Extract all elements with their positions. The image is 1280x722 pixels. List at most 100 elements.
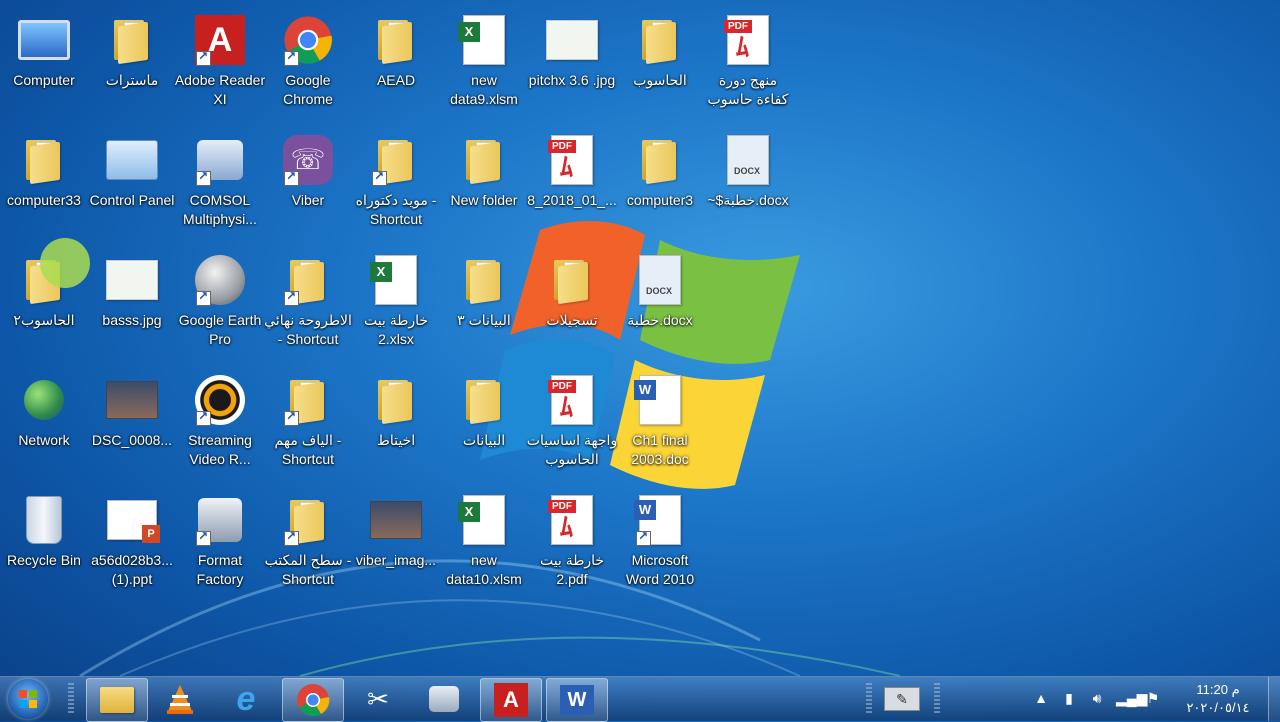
desktop-icon[interactable]: Xnew data9.xlsm [440,8,528,120]
desktop-icon[interactable]: viber_imag... [352,488,440,600]
desktop-icon[interactable]: COMSOL Multiphysi... [176,128,264,240]
show-desktop-button[interactable] [1268,677,1280,721]
clock[interactable]: 11:20 م ٢٠٢٠/٠٥/١٤ [1178,681,1258,717]
folder-shortcut-icon [282,494,334,546]
desktop-icon[interactable]: Google Chrome [264,8,352,120]
desktop-icon[interactable]: Control Panel [88,128,176,240]
desktop-icon-label: AEAD [376,72,416,88]
taskbar-file-explorer[interactable] [86,678,148,722]
word-file-icon: W [634,374,686,426]
desktop-icon-label: سطح المكتب - Shortcut [264,552,352,587]
taskbar-chrome[interactable] [282,678,344,722]
desktop-icon[interactable]: pitchx 3.6 .jpg [528,8,616,120]
desktop-icon-label: Streaming Video R... [188,432,252,467]
photo-file-icon [370,494,422,546]
comsol-icon [194,134,246,186]
desktop-icon[interactable]: New folder [440,128,528,240]
desktop-icon[interactable]: تسجيلات [528,248,616,360]
desktop-icon-label: Viber [291,192,325,208]
docx-file-icon: DOCX [722,134,774,186]
desktop-icon[interactable]: مويد دكتوراه - Shortcut [352,128,440,240]
desktop-icon-label: اخيتاط [376,432,416,448]
desktop-icon[interactable]: basss.jpg [88,248,176,360]
clock-date: ٢٠٢٠/٠٥/١٤ [1186,700,1250,715]
clock-time: 11:20 م [1196,682,1240,697]
desktop-icon[interactable]: Network [0,368,88,480]
taskbar-internet-explorer[interactable]: e [216,678,276,720]
desktop-icon-label: DSC_0008... [91,432,173,448]
desktop-icon-label: Adobe Reader XI [174,72,266,107]
desktop-icon-label: الحاسوب٢ [13,312,75,328]
folder-icon [458,254,510,306]
desktop-icon-label: البيانات ٣ [457,312,511,328]
desktop-icon[interactable]: X خارطة بيت 2.xlsx [352,248,440,360]
desktop-icon[interactable]: الاطروحة نهائي - Shortcut [264,248,352,360]
desktop-icon-label: تسجيلات [546,312,598,328]
desktop-icon[interactable]: ☏ Viber [264,128,352,240]
user-folder-icon [370,14,422,66]
folder-shortcut-icon [370,134,422,186]
taskbar-word[interactable]: W [546,678,608,722]
desktop-icon[interactable]: ماسترات [88,8,176,120]
toolbar-grip[interactable] [866,683,872,715]
desktop-icon[interactable]: Google Earth Pro [176,248,264,360]
desktop-icon[interactable]: Recycle Bin [0,488,88,600]
folder-shortcut-icon [282,374,334,426]
desktop-icon-label: Google Chrome [283,72,333,107]
desktop[interactable]: Computer ماسترات A Adobe Reader XI Google Ch… [0,0,1280,676]
desktop-icon[interactable]: الحاسوب [616,8,704,120]
show-hidden-icons-icon[interactable]: ▲ [1032,689,1050,707]
desktop-icon[interactable]: DSC_0008... [88,368,176,480]
desktop-icon[interactable]: سطح المكتب - Shortcut [264,488,352,600]
taskbar-pen-tool[interactable]: ✎ [880,678,924,720]
desktop-icon-label: 8_2018_01_... [527,192,617,208]
desktop-icon[interactable]: Xnew data10.xlsm [440,488,528,600]
folder-icon [546,254,598,306]
desktop-icon[interactable]: W Ch1 final 2003.doc [616,368,704,480]
desktop-icon[interactable]: computer33 [0,128,88,240]
viber-icon: ☏ [282,134,334,186]
desktop-icon[interactable]: Format Factory [176,488,264,600]
folder-icon [458,134,510,186]
toolbar-grip-2[interactable] [934,683,940,715]
desktop-icon[interactable]: AEAD [352,8,440,120]
power-icon[interactable]: ▮ [1060,689,1078,707]
desktop-icon[interactable]: PDF ﾑ 8_2018_01_... [527,128,617,240]
taskbar-snipping-tool[interactable]: ✂ [348,678,408,720]
desktop-icon-label: الحاسوب [633,72,687,88]
desktop-icon[interactable]: computer3 [616,128,704,240]
desktop-icon[interactable]: DOCX خطبة.docx [616,248,704,360]
desktop-icon[interactable]: PDF ﾑ منهج دورة كفاءة حاسوب [704,8,792,120]
desktop-icon[interactable]: PDFﾑ واجهة اساسيات الحاسوب وتط... [527,368,617,480]
desktop-icon-label: COMSOL Multiphysi... [183,192,257,227]
desktop-icon[interactable]: A Adobe Reader XI [174,8,266,120]
pdf-file-icon: PDF ﾑ [722,14,774,66]
control-panel-icon [106,134,158,186]
format-factory-icon [194,494,246,546]
desktop-icon[interactable]: W Microsoft Word 2010 [616,488,704,600]
volume-icon[interactable]: 🔊︎ [1088,689,1106,707]
start-button[interactable] [8,679,48,719]
taskbar-grip[interactable] [68,683,74,715]
taskbar-adobe-reader[interactable]: A [480,678,542,722]
taskbar-format-factory[interactable] [414,678,474,720]
chrome-icon [297,684,330,717]
desktop-icon[interactable]: PDF ﾑ خارطة بيت 2.pdf [528,488,616,600]
desktop-icon[interactable]: البيانات [440,368,528,480]
desktop-icon-label: الاطروحة نهائي - Shortcut [264,312,352,347]
computer-icon [18,14,70,66]
desktop-icon[interactable]: اخيتاط [352,368,440,480]
desktop-icon[interactable]: Pa56d028b3... (1).ppt [88,488,176,600]
action-center-icon[interactable]: ⚑ [1144,689,1162,707]
desktop-icon-label: Format Factory [196,552,244,587]
network-signal-icon[interactable]: ▂▄▆ [1116,689,1147,707]
desktop-icon[interactable]: DOCX ~$خطبة.docx [704,128,792,240]
desktop-icon[interactable]: Streaming Video R... [176,368,264,480]
desktop-icon[interactable]: Computer [0,8,88,120]
taskbar-vlc[interactable] [150,678,210,720]
desktop-icon[interactable]: البيانات ٣ [440,248,528,360]
excel-file-icon: X [458,14,510,66]
folder-icon [370,374,422,426]
desktop-icon[interactable]: الياف مهم - Shortcut [264,368,352,480]
desktop-icon-label: ~$خطبة.docx [707,192,789,208]
